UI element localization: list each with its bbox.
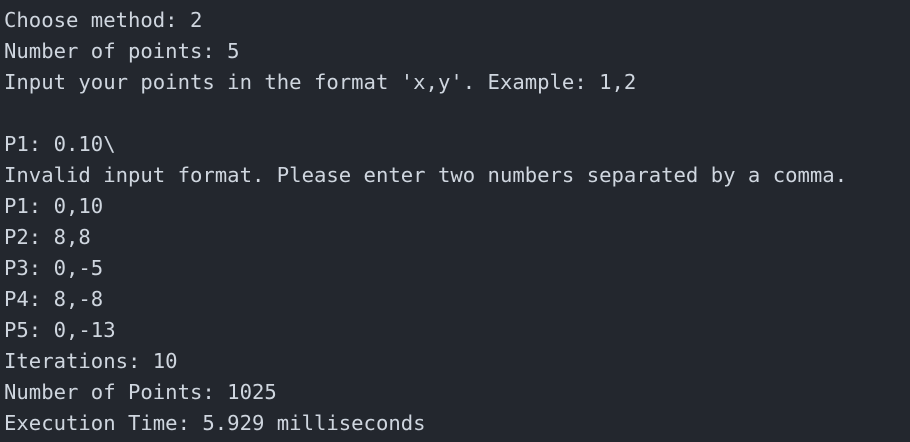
output-line-number-of-points-result: Number of Points: 1025 bbox=[4, 380, 277, 404]
output-line-p1: P1: 0,10 bbox=[4, 194, 104, 218]
output-line-blank bbox=[4, 98, 910, 129]
terminal-output: Choose method: 2 Number of points: 5 Inp… bbox=[0, 0, 910, 442]
output-line-format-instructions: Input your points in the format 'x,y'. E… bbox=[4, 70, 637, 94]
output-line-p1-invalid-entry: P1: 0.10\ bbox=[4, 132, 116, 156]
output-line-p3: P3: 0,-5 bbox=[4, 256, 104, 280]
output-line-choose-method: Choose method: 2 bbox=[4, 8, 203, 32]
output-line-error-message: Invalid input format. Please enter two n… bbox=[4, 163, 848, 187]
output-line-execution-time: Execution Time: 5.929 milliseconds bbox=[4, 411, 426, 435]
output-line-number-of-points-input: Number of points: 5 bbox=[4, 39, 240, 63]
output-line-iterations: Iterations: 10 bbox=[4, 349, 178, 373]
output-line-p4: P4: 8,-8 bbox=[4, 287, 104, 311]
output-line-p5: P5: 0,-13 bbox=[4, 318, 116, 342]
output-line-p2: P2: 8,8 bbox=[4, 225, 91, 249]
